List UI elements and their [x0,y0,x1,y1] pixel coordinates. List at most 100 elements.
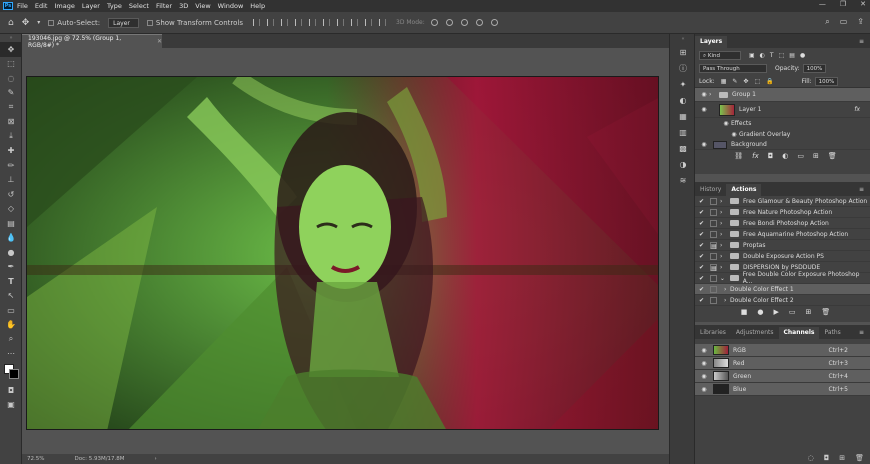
action-row-selected[interactable]: ✔ › Double Color Effect 1 [695,284,870,295]
layer-row-group[interactable]: ◉ › Group 1 [695,88,870,102]
action-row[interactable]: ✔ › Free Glamour & Beauty Photoshop Action [695,196,870,207]
visibility-eye-icon[interactable]: ◉ [699,91,709,98]
color-swatches[interactable] [0,361,21,383]
expand-chevron-icon[interactable]: › [720,220,726,227]
align-left-icon[interactable] [253,19,260,26]
blend-mode-dropdown[interactable]: Pass Through [699,64,767,73]
stop-icon[interactable]: ■ [741,308,748,316]
document-canvas[interactable] [26,76,659,430]
load-selection-icon[interactable]: ◌ [808,454,814,462]
action-check-icon[interactable]: ✔ [699,297,707,304]
align-bottom-icon[interactable] [323,19,330,26]
document-tab[interactable]: 193046.jpg @ 72.5% (Group 1, RGB/8#) * ✕ [22,34,162,49]
action-check-icon[interactable]: ✔ [699,209,707,216]
distribute-2-icon[interactable] [351,19,358,26]
expand-chevron-icon[interactable]: › [720,286,730,293]
expand-chevron-icon[interactable]: › [720,209,726,216]
info-panel-icon[interactable]: ⓘ [670,60,696,76]
expand-chevron-icon[interactable]: › [720,297,730,304]
layer-row-background[interactable]: ◉ Background [695,140,870,150]
quick-mask-icon[interactable]: ◘ [0,383,22,398]
panel-menu-icon[interactable]: ≡ [859,184,864,196]
search-icon[interactable]: ⌕ [825,17,829,27]
distribute-3-icon[interactable] [365,19,372,26]
action-row[interactable]: ✔ ⌄ Free Double Color Exposure Photoshop A… [695,271,870,285]
action-dialog-toggle[interactable] [710,219,717,227]
action-row[interactable]: ✔ › Free Nature Photoshop Action [695,207,870,218]
visibility-eye-icon[interactable]: ◉ [699,360,709,367]
history-panel-icon[interactable]: ⊞ [670,44,696,60]
quick-select-tool-icon[interactable]: ✎ [0,86,22,101]
action-row[interactable]: ✔ ▤ › Proptas [695,240,870,251]
add-style-icon[interactable]: fx [752,152,759,160]
fx-badge[interactable]: fx [854,106,860,113]
zoom-level[interactable]: 72.5% [27,456,44,462]
action-row[interactable]: ✔ › Double Exposure Action PS [695,251,870,262]
filter-pixel-icon[interactable]: ▣ [749,52,755,59]
background-color[interactable] [9,369,19,379]
eraser-tool-icon[interactable]: ◇ [0,202,22,217]
action-check-icon[interactable]: ✔ [699,264,707,271]
new-layer-icon[interactable]: ⊞ [813,152,819,160]
marquee-tool-icon[interactable]: ⬚ [0,57,22,72]
distribute-4-icon[interactable] [379,19,386,26]
filter-type-icon[interactable]: T [770,52,774,59]
action-check-icon[interactable]: ✔ [699,198,707,205]
align-right-icon[interactable] [281,19,288,26]
action-row[interactable]: ✔ › Free Aquamarine Photoshop Action [695,229,870,240]
history-brush-tool-icon[interactable]: ↺ [0,187,22,202]
channel-row-red[interactable]: ◉ Red Ctrl+3 [695,357,870,370]
lock-artboard-icon[interactable]: ⬚ [754,78,760,85]
filter-shape-icon[interactable]: ⬚ [779,52,785,59]
maximize-button[interactable]: ❐ [840,0,846,8]
menu-window[interactable]: Window [218,2,244,10]
action-check-icon[interactable]: ✔ [699,242,707,249]
expand-chevron-icon[interactable]: › [720,242,726,249]
record-icon[interactable]: ● [757,308,763,316]
adjustments-panel-icon[interactable]: ◑ [670,156,696,172]
expand-chevron-icon[interactable]: › [709,91,715,98]
menu-edit[interactable]: Edit [35,2,48,10]
expand-chevron-icon[interactable]: › [720,264,726,271]
lasso-tool-icon[interactable]: ◌ [0,71,22,86]
filter-smart-icon[interactable]: ▤ [789,52,795,59]
menu-layer[interactable]: Layer [82,2,100,10]
expand-chevron-icon[interactable]: › [720,231,726,238]
action-check-icon[interactable]: ✔ [699,253,707,260]
layer-row-layer1[interactable]: ◉ Layer 1 fx [695,102,870,118]
auto-select-checkbox[interactable] [48,19,55,26]
tab-history[interactable]: History [695,184,726,196]
gradient-eye-icon[interactable]: ◉ [729,131,739,138]
close-button[interactable]: ✕ [860,0,866,8]
action-check-icon[interactable]: ✔ [699,275,707,282]
type-tool-icon[interactable]: T [0,274,22,289]
channel-row-blue[interactable]: ◉ Blue Ctrl+5 [695,383,870,396]
action-dialog-toggle[interactable] [710,296,717,304]
delete-action-icon[interactable]: 🗑 [821,308,830,316]
visibility-eye-icon[interactable]: ◉ [699,373,709,380]
expand-chevron-icon[interactable]: › [720,198,726,205]
tab-libraries[interactable]: Libraries [695,327,731,339]
expand-chevron-icon[interactable]: ⌄ [720,275,726,282]
roll-3d-icon[interactable] [445,19,453,26]
crop-tool-icon[interactable]: ⌗ [0,100,22,115]
stamp-tool-icon[interactable]: ⊥ [0,173,22,188]
blur-tool-icon[interactable]: 💧 [0,231,22,246]
effects-row[interactable]: ◉ Effects [695,118,870,129]
link-layers-icon[interactable]: ⛓ [734,152,743,160]
action-dialog-toggle[interactable] [709,274,717,282]
home-icon[interactable]: ⌂ [8,18,14,28]
hand-tool-icon[interactable]: ✋ [0,318,22,333]
dodge-tool-icon[interactable]: ● [0,245,22,260]
align-top-icon[interactable] [295,19,302,26]
brush-tool-icon[interactable]: ✏ [0,158,22,173]
action-check-icon[interactable]: ✔ [699,220,707,227]
panel-menu-icon[interactable]: ≡ [859,327,864,339]
scale-3d-icon[interactable] [490,19,498,26]
tab-actions[interactable]: Actions [726,184,762,196]
menu-3d[interactable]: 3D [179,2,188,10]
action-dialog-toggle[interactable] [710,285,717,293]
new-action-icon[interactable]: ⊞ [805,308,811,316]
status-chevron-icon[interactable]: › [155,456,157,462]
menu-view[interactable]: View [195,2,210,10]
